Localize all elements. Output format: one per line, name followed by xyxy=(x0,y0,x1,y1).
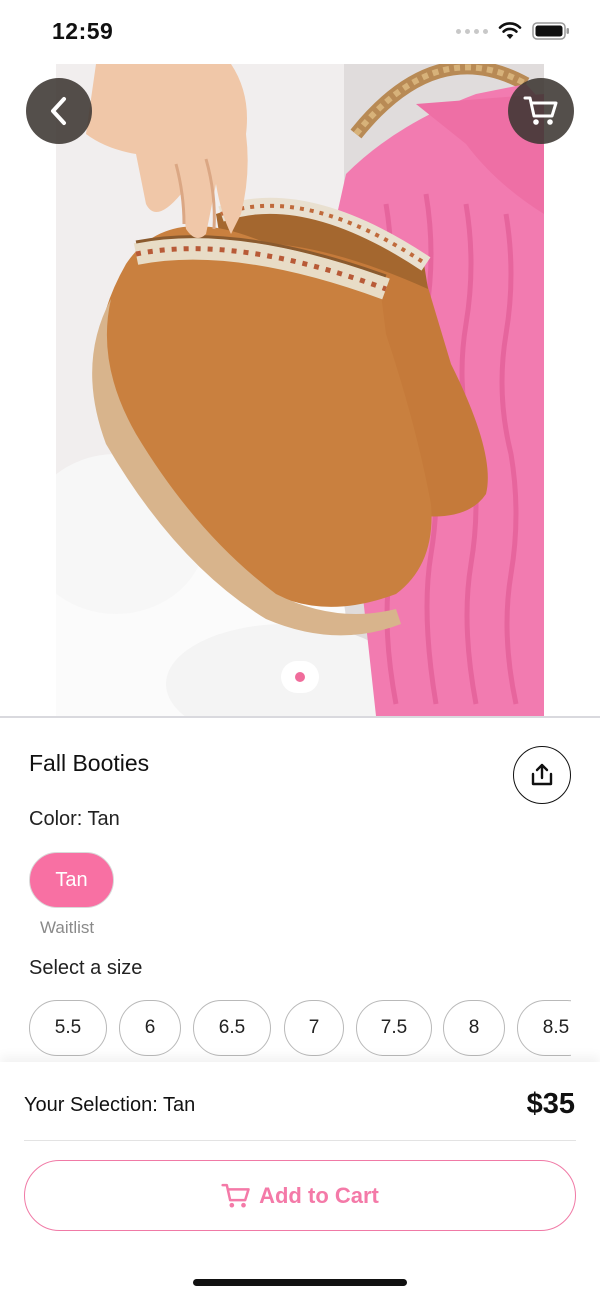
image-pager xyxy=(281,661,319,693)
size-option[interactable]: 7 xyxy=(284,1000,344,1056)
product-title: Fall Booties xyxy=(29,750,150,776)
battery-icon xyxy=(532,22,569,40)
product-photo-illustration xyxy=(56,64,544,716)
waitlist-label: Waitlist xyxy=(40,918,95,937)
size-option[interactable]: 8 xyxy=(443,1000,505,1056)
wifi-icon xyxy=(498,22,522,39)
share-icon xyxy=(531,763,553,786)
status-time: 12:59 xyxy=(52,18,114,44)
status-bar: 12:59 xyxy=(0,0,600,64)
add-to-cart-button[interactable]: Add to Cart xyxy=(24,1160,576,1231)
size-option[interactable]: 6 xyxy=(119,1000,181,1056)
pager-dot-active xyxy=(295,672,305,682)
size-option[interactable]: 8.5 xyxy=(517,1000,571,1056)
cart-button[interactable] xyxy=(508,78,574,144)
selection-summary: Your Selection: Tan xyxy=(24,1094,196,1116)
chevron-left-icon xyxy=(51,97,66,125)
color-option-tan[interactable]: Tan xyxy=(29,852,114,908)
cart-icon xyxy=(221,1183,250,1207)
size-label: Select a size xyxy=(29,957,143,979)
product-image[interactable] xyxy=(56,64,544,716)
size-option[interactable]: 6.5 xyxy=(193,1000,271,1056)
cart-icon xyxy=(523,96,558,125)
add-to-cart-label: Add to Cart xyxy=(259,1182,379,1208)
back-button[interactable] xyxy=(26,78,92,144)
share-button[interactable] xyxy=(513,746,571,804)
size-selector[interactable]: 5.5 6 6.5 7 7.5 8 8.5 xyxy=(29,1000,571,1058)
size-option[interactable]: 5.5 xyxy=(29,1000,107,1056)
color-label: Color: Tan xyxy=(29,808,120,830)
size-option[interactable]: 7.5 xyxy=(356,1000,432,1056)
status-icons xyxy=(456,22,570,40)
divider xyxy=(0,716,600,718)
home-indicator[interactable] xyxy=(193,1279,407,1286)
product-price: $35 xyxy=(526,1088,575,1120)
cellular-signal-icon xyxy=(456,28,488,34)
footer-divider xyxy=(24,1140,576,1141)
